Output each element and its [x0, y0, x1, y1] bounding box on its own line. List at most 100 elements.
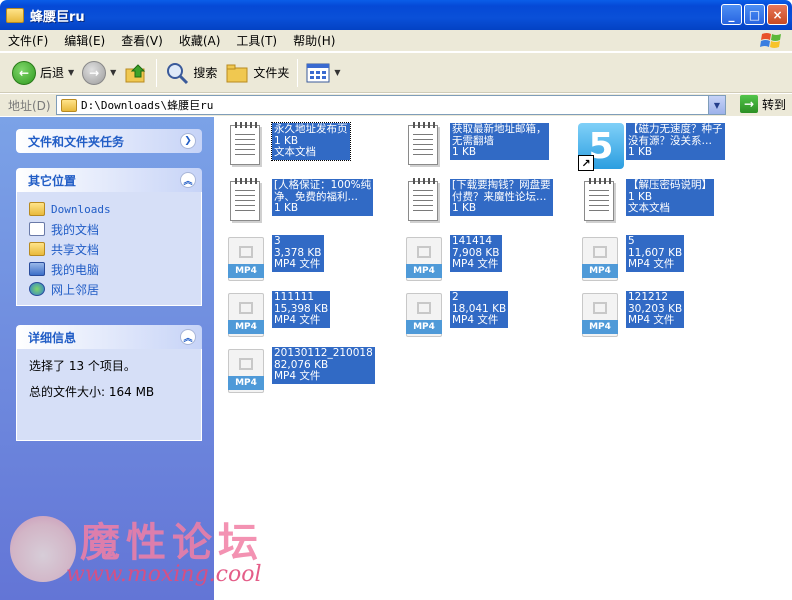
file-label-line: 获取最新地址邮箱， — [452, 123, 547, 135]
up-button[interactable] — [120, 57, 152, 89]
notepad-line — [589, 195, 609, 196]
file-label-line: MP4 文件 — [274, 370, 321, 382]
chevron-up-icon[interactable]: ︽ — [180, 329, 196, 345]
file-label-line: 1 KB — [628, 146, 653, 158]
notepad-line — [235, 200, 255, 201]
file-item[interactable]: MP4 141414 7,908 KB MP4 文件 — [400, 235, 502, 283]
back-label: 后退 — [40, 66, 65, 80]
file-tasks-header[interactable]: 文件和文件夹任务 ❯ — [16, 129, 202, 153]
video-page: MP4 — [228, 349, 264, 393]
place-my-computer[interactable]: 我的电脑 — [29, 259, 189, 279]
title-bar[interactable]: 蜂腰巨ru _ □ × — [0, 0, 792, 30]
file-label: 2 18,041 KB MP4 文件 — [450, 291, 509, 328]
search-icon — [167, 62, 189, 84]
place-downloads[interactable]: Downloads — [29, 199, 189, 219]
video-page: MP4 — [228, 293, 264, 337]
address-input[interactable]: D:\Downloads\蜂腰巨ru ▼ — [56, 95, 726, 115]
file-item[interactable]: 获取最新地址邮箱， 无需翻墙 1 KB — [400, 122, 549, 171]
forward-dropdown-icon[interactable]: ▼ — [110, 68, 116, 77]
file-item[interactable]: MP4 20130112_210018 82,076 KB MP4 文件 — [222, 347, 375, 395]
menu-favorites[interactable]: 收藏(A) — [171, 32, 229, 49]
notepad-ring — [235, 178, 257, 184]
other-places-header[interactable]: 其它位置 ︽ — [16, 168, 202, 192]
film-icon — [593, 302, 607, 314]
file-item[interactable]: MP4 111111 15,398 KB MP4 文件 — [222, 291, 331, 339]
file-item[interactable]: [下载要掏钱？网盘要 付费？来魔性论坛… 1 KB — [400, 178, 553, 227]
goto-label: 转到 — [761, 97, 786, 112]
notepad-line — [413, 149, 433, 150]
file-item[interactable]: MP4 121212 30,203 KB MP4 文件 — [576, 291, 685, 339]
file-item[interactable]: MP4 2 18,041 KB MP4 文件 — [400, 291, 509, 339]
file-label-line: MP4 文件 — [628, 314, 675, 326]
window-title: 蜂腰巨ru — [30, 9, 85, 25]
close-button[interactable]: × — [767, 4, 788, 25]
minimize-button[interactable]: _ — [721, 4, 742, 25]
file-label: 【解压密码说明】 1 KB 文本文档 — [626, 179, 714, 216]
folder-up-icon — [125, 63, 146, 82]
file-label-line: MP4 文件 — [452, 258, 499, 270]
menu-view[interactable]: 查看(V) — [113, 32, 171, 49]
mp4-file-icon: MP4 — [222, 347, 268, 395]
place-my-documents[interactable]: 我的文档 — [29, 219, 189, 239]
mp4-tag: MP4 — [406, 320, 442, 334]
mp4-tag: MP4 — [406, 264, 442, 278]
notepad-ring — [235, 122, 257, 128]
film-icon — [593, 246, 607, 258]
views-button[interactable]: ▼ — [302, 57, 344, 89]
menu-edit[interactable]: 编辑(E) — [56, 32, 113, 49]
file-label: 永久地址发布页 1 KB 文本文档 — [271, 122, 351, 161]
notepad-line — [235, 144, 255, 145]
notepad-line — [235, 205, 255, 206]
place-network[interactable]: 网上邻居 — [29, 279, 189, 299]
back-dropdown-icon[interactable]: ▼ — [68, 68, 74, 77]
forward-button[interactable]: → ▼ — [78, 57, 120, 89]
film-icon — [239, 246, 253, 258]
file-label: 111111 15,398 KB MP4 文件 — [272, 291, 331, 328]
file-label: 121212 30,203 KB MP4 文件 — [626, 291, 685, 328]
video-page: MP4 — [406, 237, 442, 281]
place-shared-documents[interactable]: 共享文档 — [29, 239, 189, 259]
file-item[interactable]: 5 ↗ 【磁力无速度？种子 没有源？没关系… 1 KB — [576, 123, 725, 171]
views-dropdown-icon[interactable]: ▼ — [334, 68, 340, 77]
views-icon — [306, 63, 330, 82]
address-dropdown-icon[interactable]: ▼ — [708, 96, 725, 114]
file-label: 20130112_210018 82,076 KB MP4 文件 — [272, 347, 375, 384]
notepad-line — [235, 195, 255, 196]
notepad-line — [589, 205, 609, 206]
notepad-line — [413, 144, 433, 145]
chevron-up-icon[interactable]: ︽ — [180, 172, 196, 188]
video-page: MP4 — [228, 237, 264, 281]
menu-help[interactable]: 帮助(H) — [285, 32, 343, 49]
file-label-line: 文本文档 — [628, 202, 670, 214]
file-tasks-title: 文件和文件夹任务 — [28, 134, 125, 149]
notepad-line — [413, 190, 433, 191]
file-item[interactable]: 【解压密码说明】 1 KB 文本文档 — [576, 178, 714, 227]
folders-button[interactable]: 文件夹 — [221, 57, 293, 89]
menu-file[interactable]: 文件(F) — [0, 32, 56, 49]
search-button[interactable]: 搜索 — [161, 57, 221, 89]
folder-icon — [29, 202, 45, 216]
menu-tools[interactable]: 工具(T) — [228, 32, 285, 49]
folder-icon — [29, 242, 45, 256]
forward-arrow-icon: → — [82, 60, 107, 85]
details-size: 总的文件大小: 164 MB — [29, 385, 155, 399]
film-icon — [417, 246, 431, 258]
notepad-page — [584, 178, 614, 221]
file-item[interactable]: [人格保证：100%纯 净、免费的福利… 1 KB — [222, 178, 374, 227]
file-item[interactable]: MP4 3 3,378 KB MP4 文件 — [222, 235, 324, 283]
file-label-line: 111111 — [274, 291, 315, 303]
notepad-line — [589, 190, 609, 191]
file-label: 5 11,607 KB MP4 文件 — [626, 235, 685, 272]
file-item[interactable]: 永久地址发布页 1 KB 文本文档 — [222, 122, 351, 171]
address-path[interactable]: D:\Downloads\蜂腰巨ru — [81, 97, 213, 113]
file-tasks-panel: 文件和文件夹任务 ❯ — [16, 129, 202, 153]
back-arrow-icon: ← — [12, 60, 36, 85]
maximize-button[interactable]: □ — [744, 4, 765, 25]
details-header[interactable]: 详细信息 ︽ — [16, 325, 202, 349]
chevron-down-icon[interactable]: ❯ — [180, 133, 196, 149]
goto-button[interactable]: → 转到 — [739, 95, 786, 113]
file-item[interactable]: MP4 5 11,607 KB MP4 文件 — [576, 235, 685, 283]
back-button[interactable]: ← 后退 ▼ — [8, 57, 78, 89]
notepad-line — [413, 195, 433, 196]
notepad-page — [408, 122, 438, 165]
